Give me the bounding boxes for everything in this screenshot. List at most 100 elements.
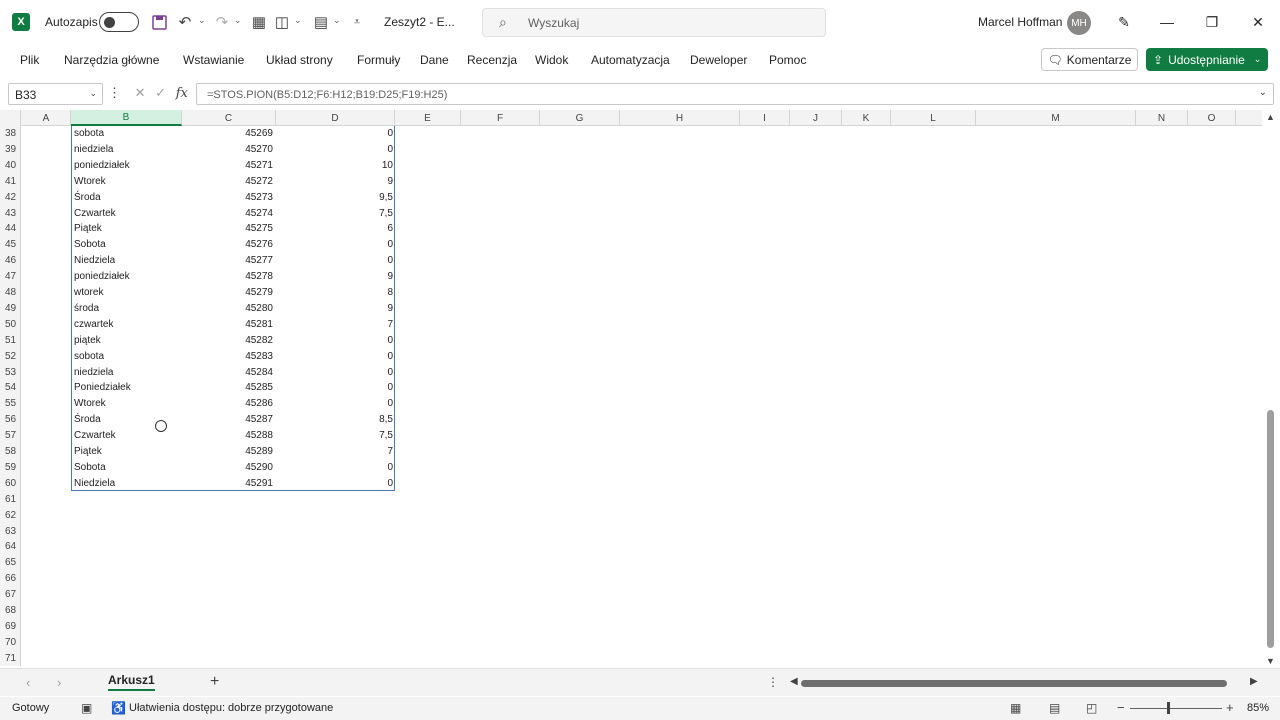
- cell-day-name[interactable]: Wtorek: [74, 396, 179, 412]
- redo-dropdown-icon[interactable]: ⌄: [234, 15, 242, 26]
- cell-hours[interactable]: 0: [276, 476, 393, 492]
- prev-sheet-icon[interactable]: ‹: [26, 675, 30, 690]
- cell-day-name[interactable]: Niedziela: [74, 253, 179, 269]
- form-icon[interactable]: ▤: [311, 12, 331, 32]
- confirm-icon[interactable]: ✓: [155, 85, 166, 100]
- cell-date-serial[interactable]: 45269: [182, 126, 273, 142]
- row-header[interactable]: 47: [0, 269, 21, 285]
- user-name[interactable]: Marcel Hoffman: [978, 15, 1062, 29]
- cell-day-name[interactable]: Sobota: [74, 460, 179, 476]
- cell-date-serial[interactable]: 45282: [182, 333, 273, 349]
- table-icon[interactable]: ▦: [249, 12, 269, 32]
- cell-day-name[interactable]: niedziela: [74, 365, 179, 381]
- save-icon[interactable]: [149, 12, 169, 32]
- column-header-m[interactable]: M: [976, 110, 1136, 126]
- pen-icon[interactable]: ✎: [1114, 12, 1134, 32]
- cell-date-serial[interactable]: 45291: [182, 476, 273, 492]
- cell-hours[interactable]: 9: [276, 301, 393, 317]
- cell-day-name[interactable]: Niedziela: [74, 476, 179, 492]
- row-header[interactable]: 51: [0, 333, 21, 349]
- scroll-left-icon[interactable]: ◀: [790, 676, 798, 687]
- accessibility-icon[interactable]: ♿: [111, 701, 126, 715]
- cell-date-serial[interactable]: 45274: [182, 206, 273, 222]
- minimize-icon[interactable]: —: [1157, 12, 1177, 32]
- redo-icon[interactable]: ↷: [212, 12, 232, 32]
- row-header[interactable]: 62: [0, 508, 21, 524]
- cell-date-serial[interactable]: 45287: [182, 412, 273, 428]
- row-header[interactable]: 43: [0, 206, 21, 222]
- scroll-right-icon[interactable]: ▶: [1250, 676, 1258, 687]
- next-sheet-icon[interactable]: ›: [57, 675, 61, 690]
- cell-day-name[interactable]: sobota: [74, 126, 179, 142]
- row-header[interactable]: 55: [0, 396, 21, 412]
- comments-button[interactable]: 🗨 Komentarze: [1041, 48, 1138, 71]
- row-header[interactable]: 66: [0, 571, 21, 587]
- column-header-a[interactable]: A: [22, 110, 71, 126]
- cell-date-serial[interactable]: 45273: [182, 190, 273, 206]
- column-header-e[interactable]: E: [395, 110, 461, 126]
- shapes-dropdown-icon[interactable]: ⌄: [294, 15, 302, 26]
- row-header[interactable]: 58: [0, 444, 21, 460]
- column-header-o[interactable]: O: [1188, 110, 1236, 126]
- normal-view-icon[interactable]: ▦: [1010, 701, 1021, 715]
- row-header[interactable]: 54: [0, 380, 21, 396]
- zoom-out-icon[interactable]: −: [1117, 700, 1125, 715]
- row-header[interactable]: 45: [0, 237, 21, 253]
- cell-day-name[interactable]: czwartek: [74, 317, 179, 333]
- scroll-down-icon[interactable]: ▼: [1266, 656, 1275, 666]
- cell-hours[interactable]: 0: [276, 126, 393, 142]
- zoom-level[interactable]: 85%: [1247, 702, 1269, 714]
- row-header[interactable]: 42: [0, 190, 21, 206]
- cell-day-name[interactable]: wtorek: [74, 285, 179, 301]
- row-header[interactable]: 67: [0, 587, 21, 603]
- cell-day-name[interactable]: Sobota: [74, 237, 179, 253]
- row-header[interactable]: 59: [0, 460, 21, 476]
- tab-dane[interactable]: Dane: [420, 53, 449, 67]
- cell-hours[interactable]: 0: [276, 333, 393, 349]
- cell-day-name[interactable]: Środa: [74, 190, 179, 206]
- row-header[interactable]: 56: [0, 412, 21, 428]
- worksheet-grid[interactable]: sobota 45269 0 niedziela 45270 0 poniedziałek 4…: [22, 126, 1262, 666]
- row-header[interactable]: 39: [0, 142, 21, 158]
- cell-hours[interactable]: 9: [276, 174, 393, 190]
- more-options-icon[interactable]: ⋮: [767, 675, 779, 689]
- row-header[interactable]: 70: [0, 635, 21, 651]
- row-header[interactable]: 52: [0, 349, 21, 365]
- cell-date-serial[interactable]: 45290: [182, 460, 273, 476]
- row-header[interactable]: 64: [0, 539, 21, 555]
- share-dropdown-icon[interactable]: ⌄: [1254, 54, 1262, 65]
- avatar[interactable]: MH: [1067, 11, 1091, 35]
- page-break-icon[interactable]: ◰: [1086, 701, 1097, 715]
- cell-hours[interactable]: 0: [276, 237, 393, 253]
- expand-formula-icon[interactable]: ⌄: [1259, 87, 1267, 98]
- fx-icon[interactable]: fx: [176, 86, 188, 101]
- cell-date-serial[interactable]: 45271: [182, 158, 273, 174]
- tab-deweloper[interactable]: Deweloper: [690, 53, 747, 67]
- cell-date-serial[interactable]: 45270: [182, 142, 273, 158]
- cell-date-serial[interactable]: 45276: [182, 237, 273, 253]
- cell-date-serial[interactable]: 45278: [182, 269, 273, 285]
- cell-hours[interactable]: 8: [276, 285, 393, 301]
- cell-hours[interactable]: 7,5: [276, 206, 393, 222]
- cell-hours[interactable]: 7: [276, 317, 393, 333]
- cell-date-serial[interactable]: 45283: [182, 349, 273, 365]
- tab-uklad-strony[interactable]: Układ strony: [266, 53, 333, 67]
- cell-day-name[interactable]: Środa: [74, 412, 179, 428]
- cell-hours[interactable]: 0: [276, 380, 393, 396]
- name-box[interactable]: B33 ⌄: [8, 83, 103, 105]
- row-header[interactable]: 57: [0, 428, 21, 444]
- cell-date-serial[interactable]: 45279: [182, 285, 273, 301]
- cell-date-serial[interactable]: 45284: [182, 365, 273, 381]
- column-header-c[interactable]: C: [182, 110, 276, 126]
- tab-narzedzia-glowne[interactable]: Narzędzia główne: [64, 53, 159, 67]
- cell-hours[interactable]: 0: [276, 396, 393, 412]
- cell-hours[interactable]: 0: [276, 460, 393, 476]
- cell-date-serial[interactable]: 45285: [182, 380, 273, 396]
- cell-day-name[interactable]: środa: [74, 301, 179, 317]
- cell-date-serial[interactable]: 45288: [182, 428, 273, 444]
- undo-dropdown-icon[interactable]: ⌄: [198, 15, 206, 26]
- cell-date-serial[interactable]: 45277: [182, 253, 273, 269]
- row-header[interactable]: 60: [0, 476, 21, 492]
- cell-hours[interactable]: 0: [276, 365, 393, 381]
- column-header-f[interactable]: F: [461, 110, 540, 126]
